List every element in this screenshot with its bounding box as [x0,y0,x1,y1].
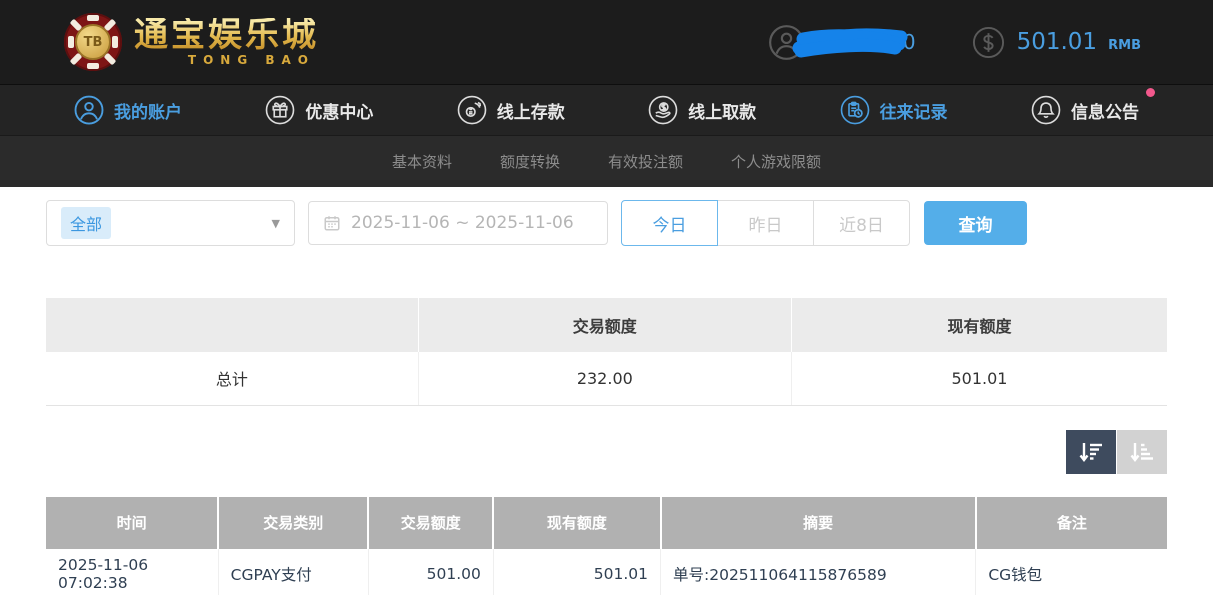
total-label: 总计 [46,352,418,405]
nav-label: 线上取款 [688,98,756,123]
records-icon [840,95,870,125]
nav-item-announcements[interactable]: 信息公告 [1031,95,1139,125]
selected-type: 全部 [61,207,111,239]
brand-name-cn: 通宝娱乐城 [134,18,319,52]
nav-label: 优惠中心 [305,98,373,123]
sort-descending-button[interactable] [1066,430,1116,474]
subnav-item-game-limits[interactable]: 个人游戏限额 [731,151,821,172]
chevron-down-icon: ▼ [272,217,280,230]
nav-item-withdraw[interactable]: 线上取款 [648,95,756,125]
subnav-item-quota-transfer[interactable]: 额度转换 [500,151,560,172]
cell-type: CGPAY支付 [218,549,368,595]
records-page: 全部 ▼ 2025-11-06 ~ 2025-11-06 今日 昨日 近8日 查… [0,187,1213,595]
date-range-value: 2025-11-06 ~ 2025-11-06 [351,213,574,233]
range-button-today[interactable]: 今日 [621,200,718,246]
cell-time: 2025-11-06 07:02:38 [46,549,218,595]
nav-item-promotions[interactable]: 优惠中心 [265,95,373,125]
range-button-last8days[interactable]: 近8日 [813,200,910,246]
col-header-amount: 交易额度 [368,497,493,549]
range-button-yesterday[interactable]: 昨日 [717,200,814,246]
summary-table: 交易额度 现有额度 总计 232.00 501.01 [46,298,1167,406]
nav-item-my-account[interactable]: 我的账户 [74,95,182,125]
summary-total-row: 总计 232.00 501.01 [46,352,1167,405]
date-range-input[interactable]: 2025-11-06 ~ 2025-11-06 [308,201,608,245]
col-header-summary: 摘要 [661,497,976,549]
user-icon [74,95,104,125]
dollar-icon [972,26,1005,59]
transaction-type-select[interactable]: 全部 ▼ [46,200,295,246]
account-subnav: 基本资料 额度转换 有效投注额 个人游戏限额 [0,135,1213,187]
nav-label: 我的账户 [114,98,182,123]
calendar-icon [323,214,341,232]
casino-chip-icon: TB [64,13,122,71]
gift-icon [265,95,295,125]
nav-item-transaction-records[interactable]: 往来记录 [840,95,948,125]
subnav-item-basic-info[interactable]: 基本资料 [392,151,452,172]
cell-balance: 501.01 [493,549,660,595]
notification-dot [1146,88,1155,97]
summary-header-row: 交易额度 现有额度 [46,298,1167,352]
col-header-note: 备注 [976,497,1167,549]
main-nav: 我的账户 优惠中心 线上存款 线上取款 [0,84,1213,135]
username-display[interactable]: 0 [768,24,916,61]
nav-label: 信息公告 [1071,98,1139,123]
sort-ascending-button[interactable] [1117,430,1167,474]
balance-amount: 501.01 [1017,29,1097,55]
brand-logo[interactable]: TB 通宝娱乐城 TONG BAO [64,13,319,71]
bell-icon [1031,95,1061,125]
withdraw-icon [648,95,678,125]
col-header-type: 交易类别 [218,497,368,549]
total-current-balance: 501.01 [791,352,1167,405]
summary-header-balance: 现有额度 [791,298,1167,352]
filter-row: 全部 ▼ 2025-11-06 ~ 2025-11-06 今日 昨日 近8日 查… [46,199,1167,247]
col-header-balance: 现有额度 [493,497,660,549]
table-row: 2025-11-06 07:02:38 CGPAY支付 501.00 501.0… [46,549,1167,595]
redaction-scribble [789,24,911,60]
balance-currency: RMB [1108,38,1141,53]
total-transaction-amount: 232.00 [418,352,791,405]
summary-header-amount: 交易额度 [418,298,791,352]
sort-descending-icon [1078,440,1104,464]
deposit-icon [457,95,487,125]
nav-item-deposit[interactable]: 线上存款 [457,95,565,125]
cell-note: CG钱包 [976,549,1167,595]
cell-summary: 单号:202511064115876589 [661,549,976,595]
top-header: TB 通宝娱乐城 TONG BAO 0 [0,0,1213,84]
nav-label: 往来记录 [880,98,948,123]
sort-ascending-icon [1129,440,1155,464]
brand-name-en: TONG BAO [188,54,315,66]
records-table: 时间 交易类别 交易额度 现有额度 摘要 备注 2025-11-06 07:02… [46,497,1167,595]
records-header-row: 时间 交易类别 交易额度 现有额度 摘要 备注 [46,497,1167,549]
search-button[interactable]: 查询 [924,201,1027,245]
cell-amount: 501.00 [368,549,493,595]
nav-label: 线上存款 [497,98,565,123]
subnav-item-valid-bets[interactable]: 有效投注额 [608,151,683,172]
col-header-time: 时间 [46,497,218,549]
summary-header-empty [46,298,418,352]
quick-range-group: 今日 昨日 近8日 [621,200,910,246]
balance-display[interactable]: 501.01 RMB [972,26,1141,59]
sort-controls [46,430,1167,474]
